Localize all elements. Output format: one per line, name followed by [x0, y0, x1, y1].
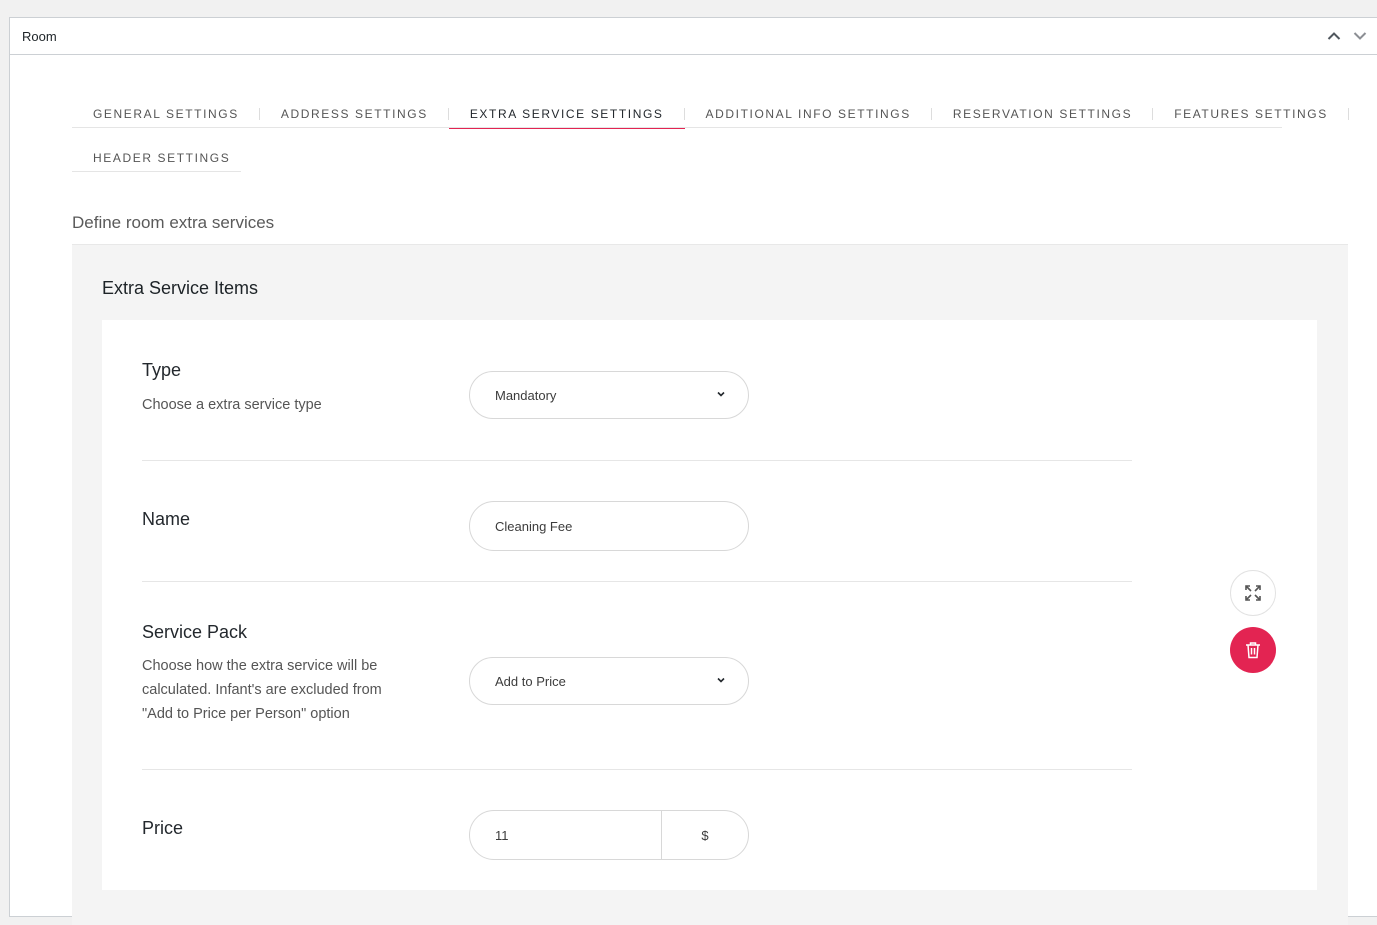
field-divider: [142, 769, 1132, 770]
tab-row: GENERAL SETTINGS ADDRESS SETTINGS EXTRA …: [72, 100, 1349, 129]
tab-features-settings[interactable]: FEATURES SETTINGS: [1153, 100, 1349, 128]
metabox-title: Room: [22, 28, 57, 44]
price-input[interactable]: 11: [470, 811, 662, 859]
service-pack-label: Service Pack: [142, 622, 248, 642]
chevron-down-icon: [717, 391, 725, 397]
metabox-header: Room: [10, 18, 1377, 55]
tab-label: HEADER SETTINGS: [93, 150, 231, 165]
extra-service-item: Type Choose a extra service type Mandato…: [102, 320, 1317, 890]
tab-label: FEATURES SETTINGS: [1174, 106, 1328, 121]
section-title: Define room extra services: [72, 213, 275, 232]
service-pack-select[interactable]: Add to Price: [469, 657, 749, 705]
tab-address-settings[interactable]: ADDRESS SETTINGS: [260, 100, 449, 128]
tab-extra-service-settings[interactable]: EXTRA SERVICE SETTINGS: [448, 100, 685, 129]
type-select[interactable]: Mandatory: [469, 371, 749, 419]
currency-addon: $: [701, 827, 709, 843]
field-divider: [142, 460, 1132, 461]
name-input-value: Cleaning Fee: [495, 518, 573, 534]
delete-button[interactable]: [1230, 627, 1276, 673]
service-pack-description: Choose how the extra service will be cal…: [142, 658, 382, 722]
tab-reservation-settings[interactable]: RESERVATION SETTINGS: [932, 100, 1154, 128]
room-metabox: Room GENERAL SETTINGS ADDRESS SETTINGS E…: [9, 17, 1377, 925]
tab-additional-info-settings[interactable]: ADDITIONAL INFO SETTINGS: [685, 100, 933, 128]
price-input-group: 11 $: [469, 810, 749, 860]
tab-row: HEADER SETTINGS: [72, 144, 241, 172]
tab-label: ADDITIONAL INFO SETTINGS: [705, 106, 911, 121]
name-input[interactable]: Cleaning Fee: [469, 501, 749, 551]
active-tab-indicator: [448, 127, 685, 129]
chevron-down-icon: [717, 677, 725, 683]
trash-icon: [1246, 642, 1260, 659]
settings-tabs: GENERAL SETTINGS ADDRESS SETTINGS EXTRA …: [72, 100, 1349, 172]
tab-label: EXTRA SERVICE SETTINGS: [469, 106, 664, 121]
type-select-value: Mandatory: [495, 387, 557, 403]
tab-label: ADDRESS SETTINGS: [280, 106, 428, 121]
expand-icon: [1245, 585, 1261, 601]
tab-label: GENERAL SETTINGS: [93, 106, 239, 121]
handle-actions: [1324, 26, 1370, 46]
expand-button[interactable]: [1230, 570, 1276, 616]
extra-service-repeater: Extra Service Items Type Choose a extra …: [72, 245, 1348, 925]
tab-header-settings[interactable]: HEADER SETTINGS: [72, 144, 251, 172]
service-pack-select-value: Add to Price: [495, 673, 566, 689]
tab-general-settings[interactable]: GENERAL SETTINGS: [72, 100, 260, 128]
chevron-down-icon[interactable]: [1350, 26, 1370, 46]
repeater-title: Extra Service Items: [102, 278, 259, 298]
tab-label: RESERVATION SETTINGS: [952, 106, 1133, 121]
field-divider: [142, 581, 1132, 582]
chevron-up-icon[interactable]: [1324, 26, 1344, 46]
